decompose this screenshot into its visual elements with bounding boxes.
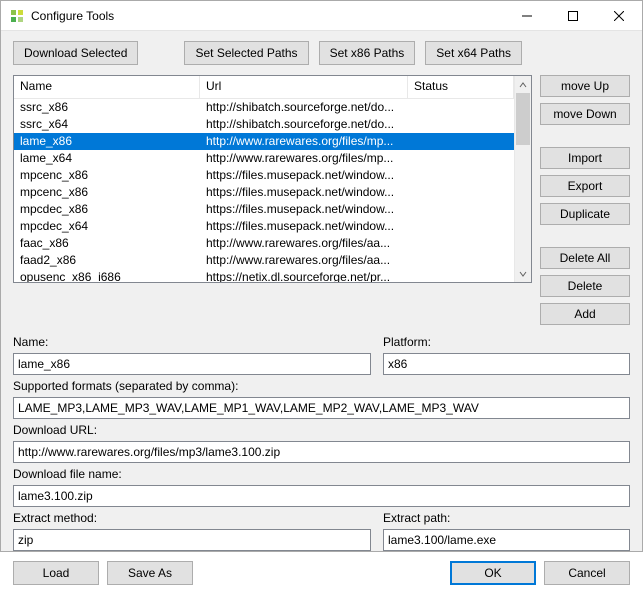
cell-name: faad2_x86 [14,252,200,269]
cell-name: opusenc_x86_i686 [14,269,200,282]
cell-url: http://www.rarewares.org/files/mp... [200,133,408,150]
table-row[interactable]: faac_x86http://www.rarewares.org/files/a… [14,235,514,252]
column-header-name[interactable]: Name [14,76,200,98]
scroll-up-arrow-icon[interactable] [515,76,531,93]
cell-url: https://netix.dl.sourceforge.net/pr... [200,269,408,282]
cell-status [408,133,514,150]
form-area: Name: Platform: Supported formats (separ… [13,333,630,551]
download-selected-button[interactable]: Download Selected [13,41,138,65]
cell-name: lame_x86 [14,133,200,150]
scrollbar-thumb[interactable] [516,93,530,145]
table-row[interactable]: faad2_x86http://www.rarewares.org/files/… [14,252,514,269]
cell-status [408,99,514,116]
content: Download Selected Set Selected Paths Set… [1,31,642,597]
app-icon [9,8,25,24]
scrollbar-track[interactable] [515,93,531,265]
duplicate-button[interactable]: Duplicate [540,203,630,225]
platform-label: Platform: [383,333,630,351]
cell-name: faac_x86 [14,235,200,252]
cell-url: http://www.rarewares.org/files/aa... [200,235,408,252]
extract-method-label: Extract method: [13,509,371,527]
table-header: Name Url Status [14,76,514,99]
delete-all-button[interactable]: Delete All [540,247,630,269]
table-row[interactable]: ssrc_x86http://shibatch.sourceforge.net/… [14,99,514,116]
cell-status [408,116,514,133]
extract-path-label: Extract path: [383,509,630,527]
cell-url: http://shibatch.sourceforge.net/do... [200,99,408,116]
add-button[interactable]: Add [540,303,630,325]
set-x86-paths-button[interactable]: Set x86 Paths [319,41,416,65]
table-row[interactable]: mpcenc_x86https://files.musepack.net/win… [14,184,514,201]
cell-url: http://www.rarewares.org/files/mp... [200,150,408,167]
side-buttons: move Up move Down Import Export Duplicat… [540,75,630,325]
import-button[interactable]: Import [540,147,630,169]
cell-name: ssrc_x64 [14,116,200,133]
close-button[interactable] [596,1,642,31]
cell-url: https://files.musepack.net/window... [200,201,408,218]
ok-button[interactable]: OK [450,561,536,585]
bottom-button-row: Load Save As OK Cancel [13,555,630,585]
move-down-button[interactable]: move Down [540,103,630,125]
cell-status [408,218,514,235]
cell-url: https://files.musepack.net/window... [200,167,408,184]
extract-path-input[interactable] [383,529,630,551]
cell-status [408,201,514,218]
download-url-label: Download URL: [13,421,630,439]
minimize-button[interactable] [504,1,550,31]
formats-label: Supported formats (separated by comma): [13,377,630,395]
platform-input[interactable] [383,353,630,375]
save-as-button[interactable]: Save As [107,561,193,585]
load-button[interactable]: Load [13,561,99,585]
download-url-input[interactable] [13,441,630,463]
download-file-input[interactable] [13,485,630,507]
window: Configure Tools Download Selected Set Se… [0,0,643,552]
set-selected-paths-button[interactable]: Set Selected Paths [184,41,308,65]
cell-name: mpcdec_x86 [14,201,200,218]
cell-name: mpcdec_x64 [14,218,200,235]
maximize-button[interactable] [550,1,596,31]
cell-status [408,184,514,201]
column-header-url[interactable]: Url [200,76,408,98]
set-x64-paths-button[interactable]: Set x64 Paths [425,41,522,65]
scroll-down-arrow-icon[interactable] [515,265,531,282]
table-row[interactable]: mpcdec_x86https://files.musepack.net/win… [14,201,514,218]
cancel-button[interactable]: Cancel [544,561,630,585]
table-row[interactable]: ssrc_x64http://shibatch.sourceforge.net/… [14,116,514,133]
table-row[interactable]: lame_x86http://www.rarewares.org/files/m… [14,133,514,150]
mid-area: Name Url Status ssrc_x86http://shibatch.… [13,75,630,325]
cell-status [408,269,514,282]
table-body: ssrc_x86http://shibatch.sourceforge.net/… [14,99,514,282]
cell-status [408,252,514,269]
table-row[interactable]: lame_x64http://www.rarewares.org/files/m… [14,150,514,167]
cell-name: mpcenc_x86 [14,167,200,184]
cell-status [408,150,514,167]
delete-button[interactable]: Delete [540,275,630,297]
cell-url: http://www.rarewares.org/files/aa... [200,252,408,269]
move-up-button[interactable]: move Up [540,75,630,97]
formats-input[interactable] [13,397,630,419]
extract-method-input[interactable] [13,529,371,551]
table-row[interactable]: mpcenc_x86https://files.musepack.net/win… [14,167,514,184]
name-label: Name: [13,333,371,351]
top-button-row: Download Selected Set Selected Paths Set… [13,41,630,65]
cell-url: http://shibatch.sourceforge.net/do... [200,116,408,133]
cell-status [408,167,514,184]
tools-table[interactable]: Name Url Status ssrc_x86http://shibatch.… [13,75,532,283]
download-file-label: Download file name: [13,465,630,483]
table-row[interactable]: mpcdec_x64https://files.musepack.net/win… [14,218,514,235]
cell-url: https://files.musepack.net/window... [200,184,408,201]
cell-url: https://files.musepack.net/window... [200,218,408,235]
cell-name: mpcenc_x86 [14,184,200,201]
export-button[interactable]: Export [540,175,630,197]
titlebar: Configure Tools [1,1,642,31]
window-title: Configure Tools [31,9,114,23]
table-row[interactable]: opusenc_x86_i686https://netix.dl.sourcef… [14,269,514,282]
vertical-scrollbar[interactable] [514,76,531,282]
cell-status [408,235,514,252]
cell-name: ssrc_x86 [14,99,200,116]
column-header-status[interactable]: Status [408,76,514,98]
cell-name: lame_x64 [14,150,200,167]
name-input[interactable] [13,353,371,375]
